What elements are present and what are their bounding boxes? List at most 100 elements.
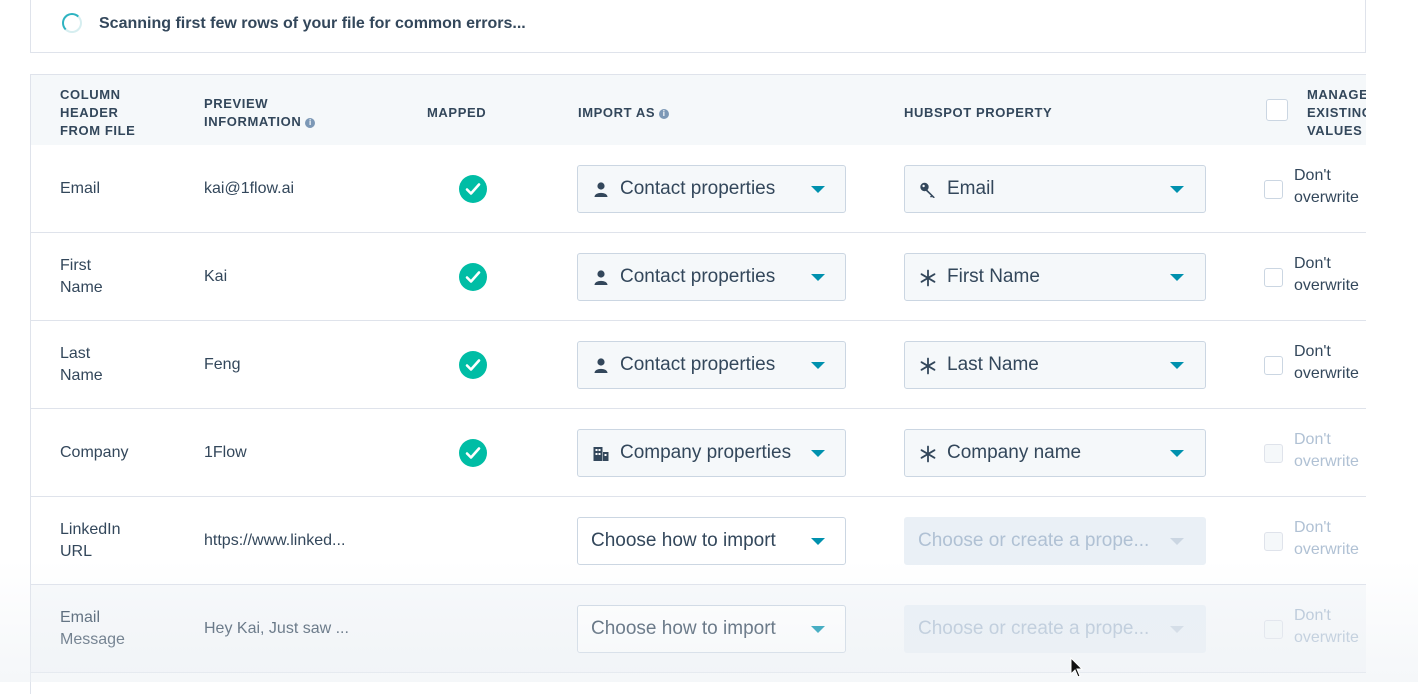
dont-overwrite-checkbox[interactable] [1264,444,1283,463]
dont-overwrite-text: overwrite [1294,541,1359,558]
header-preview-label: INFORMATION [204,114,302,129]
chevron-down-icon [811,362,825,369]
hubspot-property-dropdown[interactable]: Company name [904,429,1206,477]
header-preview-information: PREVIEW INFORMATION i [204,95,316,131]
dont-overwrite-text: Don't [1294,255,1331,272]
chevron-down-icon [1170,186,1184,193]
import-as-dropdown[interactable]: Contact properties [577,165,846,213]
header-hubspot-property: HUBSPOT PROPERTY [904,105,1053,120]
page-edge [1366,0,1418,682]
dont-overwrite-label: Don't overwrite [1294,341,1366,385]
column-header-cell: First Name [60,255,103,299]
dont-overwrite-label: Don't overwrite [1294,253,1366,297]
chevron-down-icon [1170,538,1184,545]
dont-overwrite-checkbox[interactable] [1264,180,1283,199]
import-as-dropdown[interactable]: Contact properties [577,341,846,389]
column-header-text: LinkedIn [60,521,121,538]
hubspot-property-label: Email [947,178,995,199]
info-icon[interactable]: i [305,118,316,128]
dont-overwrite-checkbox[interactable] [1264,532,1283,551]
dont-overwrite-text: overwrite [1294,277,1359,294]
import-as-label: Choose how to import [591,618,776,639]
mapped-check-icon [459,175,487,203]
mouse-cursor-icon [1070,657,1084,678]
asterisk-icon [919,269,937,287]
column-header-text: Message [60,631,125,648]
import-as-label: Contact properties [620,266,776,287]
header-manage-line-3: VALUES [1307,123,1363,138]
hubspot-property-dropdown[interactable]: First Name [904,253,1206,301]
import-as-dropdown[interactable]: Contact properties [577,253,846,301]
dont-overwrite-checkbox[interactable] [1264,356,1283,375]
hubspot-property-label: Last Name [947,354,1039,375]
header-column-from-file: COLUMN HEADER FROM FILE [60,86,135,140]
scan-status-banner: Scanning first few rows of your file for… [30,0,1366,53]
asterisk-icon [919,357,937,375]
hubspot-property-label: First Name [947,266,1040,287]
building-icon [592,445,610,463]
hubspot-property-dropdown[interactable]: Choose or create a prope... [904,517,1206,565]
dont-overwrite-text: Don't [1294,167,1331,184]
dont-overwrite-text: overwrite [1294,365,1359,382]
table-row: First Name Kai Contact properties First Name… [31,233,1366,321]
column-header-cell: LinkedIn URL [60,519,121,563]
import-as-label: Contact properties [620,354,776,375]
preview-value: 1Flow [204,444,247,461]
dont-overwrite-label: Don't overwrite [1294,517,1366,561]
chevron-down-icon [811,186,825,193]
table-row: Company 1Flow Company properties Company na… [31,409,1366,497]
header-manage-line-2: EXISTING [1307,105,1366,120]
person-icon [592,357,610,375]
loading-spinner-icon [62,13,82,33]
dont-overwrite-text: overwrite [1294,453,1359,470]
column-header-text: URL [60,543,93,560]
mapping-table: COLUMN HEADER FROM FILE PREVIEW INFORMAT… [30,74,1366,694]
import-as-dropdown[interactable]: Choose how to import [577,605,846,653]
header-manage-line-1: MANAGE [1307,87,1366,102]
import-as-dropdown[interactable]: Company properties [577,429,846,477]
mapped-check-icon [459,439,487,467]
asterisk-icon [919,445,937,463]
chevron-down-icon [1170,362,1184,369]
dont-overwrite-label: Don't overwrite [1294,605,1366,649]
dont-overwrite-text: Don't [1294,607,1331,624]
header-column-line-2: HEADER [60,105,119,120]
select-all-checkbox[interactable] [1266,99,1288,121]
column-header-cell: Last Name [60,343,103,387]
mapped-check-icon [459,351,487,379]
key-icon [919,181,937,199]
import-as-dropdown[interactable]: Choose how to import [577,517,846,565]
import-as-label: Contact properties [620,178,776,199]
hubspot-property-label: Company name [947,442,1082,463]
preview-value: https://www.linked... [204,532,346,549]
header-preview-line-2: INFORMATION i [204,113,316,131]
column-header-text: Name [60,367,103,384]
table-row: Email kai@1flow.ai Contact properties Email… [31,145,1366,233]
hubspot-property-dropdown[interactable]: Choose or create a prope... [904,605,1206,653]
hubspot-property-dropdown[interactable]: Last Name [904,341,1206,389]
hubspot-property-dropdown[interactable]: Email [904,165,1206,213]
column-header-text: Email [60,609,101,626]
chevron-down-icon [1170,450,1184,457]
table-row: LinkedIn URL https://www.linked... Choose h… [31,497,1366,585]
header-preview-line-1: PREVIEW [204,96,269,111]
column-header-text: Name [60,279,103,296]
mapped-check-icon [459,263,487,291]
dont-overwrite-label: Don't overwrite [1294,429,1366,473]
dont-overwrite-checkbox[interactable] [1264,620,1283,639]
preview-value: Hey Kai, Just saw ... [204,620,349,637]
table-header: COLUMN HEADER FROM FILE PREVIEW INFORMAT… [31,74,1366,146]
person-icon [592,269,610,287]
info-icon[interactable]: i [659,109,670,119]
column-header-text: First [60,257,92,274]
dont-overwrite-text: Don't [1294,343,1331,360]
import-as-label: Company properties [620,442,792,463]
dont-overwrite-checkbox[interactable] [1264,268,1283,287]
dont-overwrite-label: Don't overwrite [1294,165,1366,209]
table-row: Last Name Feng Contact properties Last Name D… [31,321,1366,409]
dont-overwrite-text: overwrite [1294,629,1359,646]
preview-value: kai@1flow.ai [204,180,295,197]
header-column-line-3: FROM FILE [60,123,136,138]
column-header-cell: Email [60,178,100,200]
table-row: Email Message Hey Kai, Just saw ... Choose … [31,585,1366,673]
